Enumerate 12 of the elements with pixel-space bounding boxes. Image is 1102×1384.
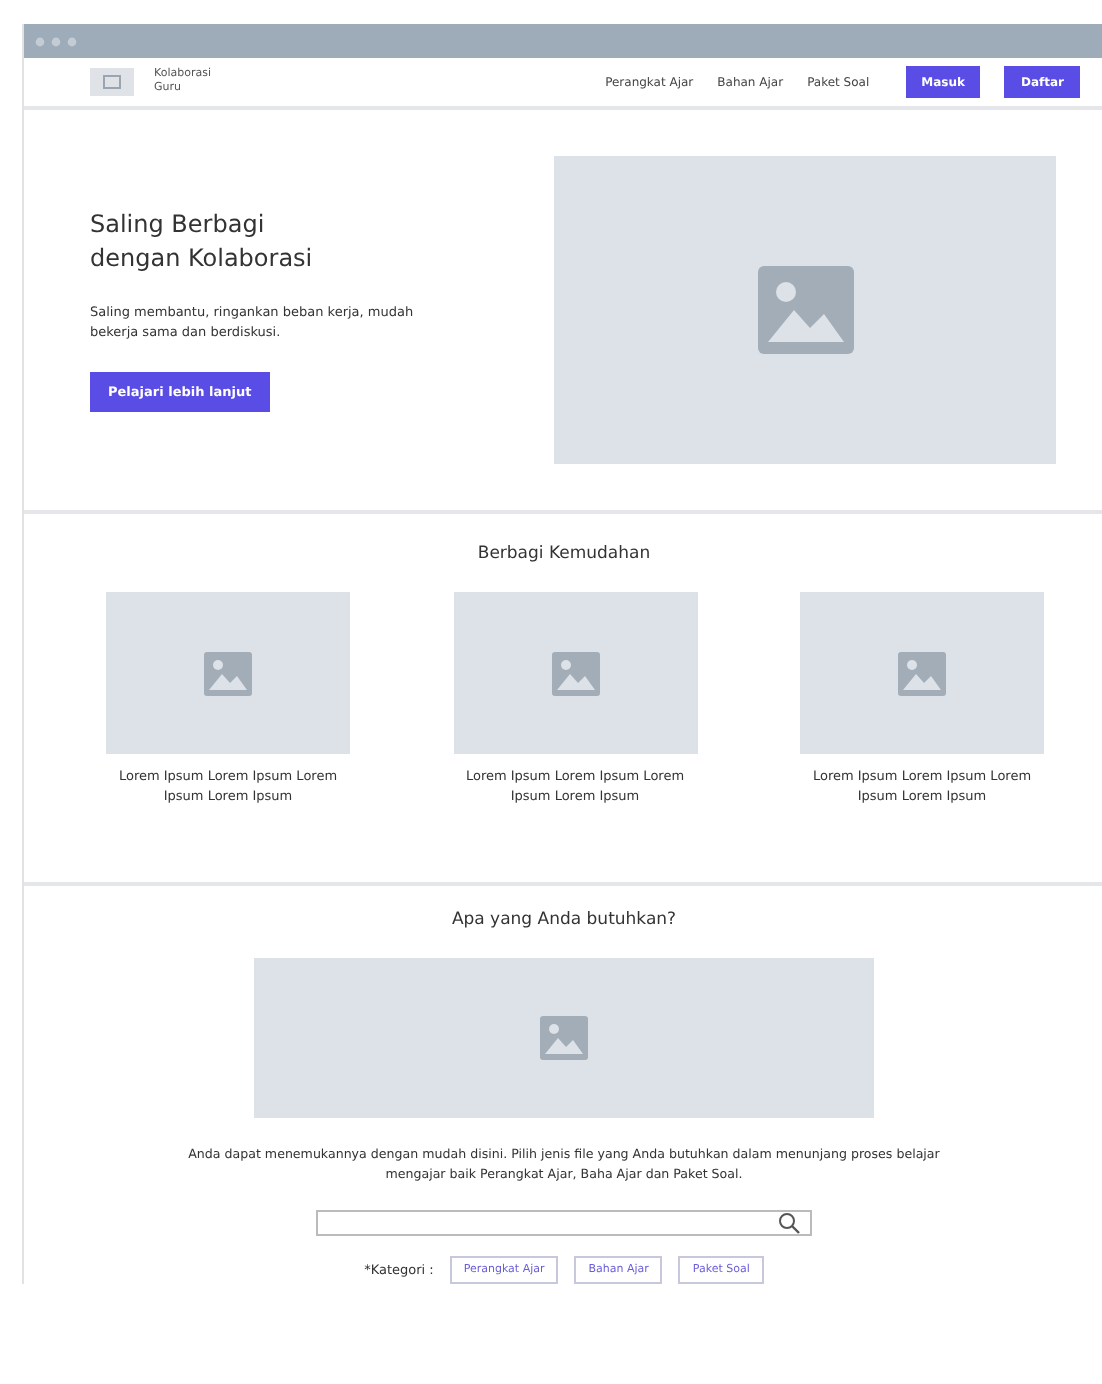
section-title: Apa yang Anda butuhkan? [451,910,677,930]
image-icon [898,651,946,695]
window-controls-icon [34,35,78,47]
image-icon [551,651,599,695]
logo-icon [90,68,134,96]
search-icon [778,1212,800,1235]
image-icon [540,1016,588,1060]
image-icon [757,266,853,354]
hero-title: Saling Berbagi dengan Kolaborasi [90,207,315,277]
section-title: Berbagi Kemudahan [475,544,653,564]
search-field[interactable] [316,1210,812,1237]
image-icon [204,651,252,695]
